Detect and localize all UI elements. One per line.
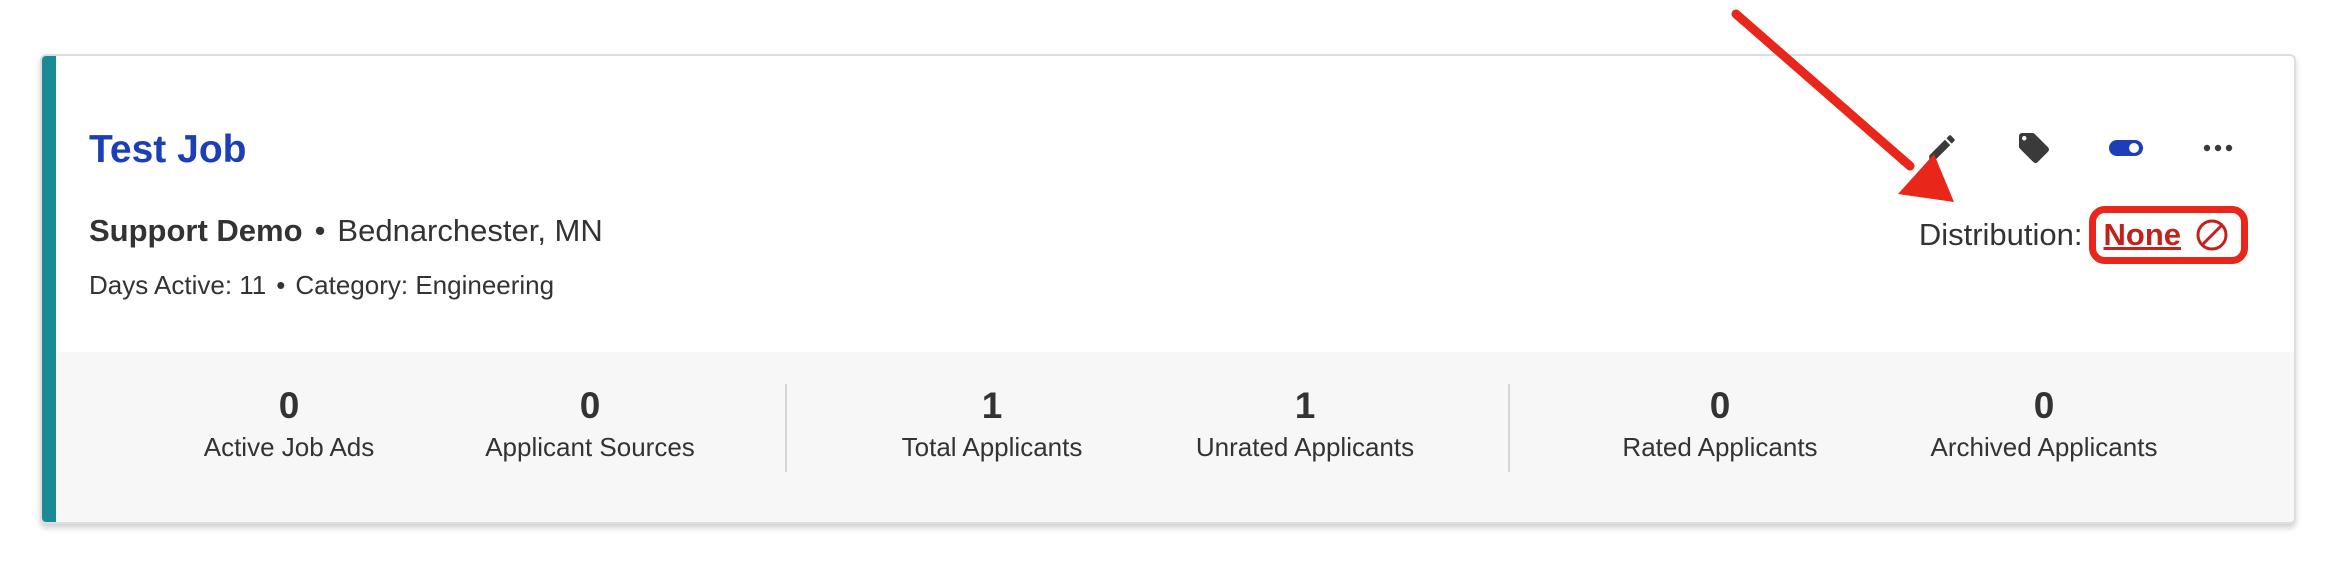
separator-dot: •	[276, 270, 286, 300]
pencil-icon	[1929, 135, 1955, 161]
job-location: Bednarchester, MN	[337, 213, 603, 248]
stats-divider	[785, 384, 787, 472]
tag-icon	[2019, 133, 2049, 163]
job-category: Category: Engineering	[295, 270, 555, 300]
stat-label: Applicant Sources	[485, 432, 695, 462]
job-card: Test Job Support Demo • Bednarchester, MN …	[40, 54, 2296, 524]
company-name: Support Demo	[89, 213, 303, 248]
page: Test Job Support Demo • Bednarchester, MN …	[0, 0, 2348, 570]
distribution: Distribution: None	[1919, 206, 2248, 264]
stat-label: Archived Applicants	[1930, 432, 2158, 462]
days-active: Days Active: 11	[89, 270, 267, 300]
stats-divider	[1508, 384, 1510, 472]
stat-active-job-ads[interactable]: 0 Active Job Ads	[204, 384, 375, 463]
stat-rated-applicants[interactable]: 0 Rated Applicants	[1622, 384, 1817, 463]
stat-label: Rated Applicants	[1622, 432, 1818, 462]
stat-value: 0	[2033, 385, 2055, 426]
stat-value: 0	[579, 385, 601, 426]
stat-unrated-applicants[interactable]: 1 Unrated Applicants	[1196, 384, 1414, 463]
stat-label: Unrated Applicants	[1195, 432, 1415, 462]
distribution-none-link[interactable]: None	[2104, 217, 2182, 253]
prohibited-icon	[2196, 219, 2228, 251]
stat-archived-applicants[interactable]: 0 Archived Applicants	[1931, 384, 2158, 463]
more-options-button[interactable]	[2192, 122, 2244, 174]
stat-value: 1	[1294, 385, 1316, 426]
edit-button[interactable]	[1916, 122, 1968, 174]
job-meta-line: Days Active: 11 • Category: Engineering	[89, 270, 554, 301]
job-stats: 0 Active Job Ads 0 Applicant Sources 1 T…	[56, 352, 2294, 522]
company-location-line: Support Demo • Bednarchester, MN	[89, 213, 603, 249]
distribution-label: Distribution:	[1918, 217, 2083, 252]
stat-total-applicants[interactable]: 1 Total Applicants	[902, 384, 1083, 463]
distribution-highlight-box: None	[2088, 206, 2248, 264]
stat-label: Total Applicants	[901, 432, 1083, 462]
card-accent-bar	[42, 56, 56, 522]
stat-value: 0	[1709, 385, 1731, 426]
more-icon	[2203, 144, 2233, 152]
status-toggle-button[interactable]	[2100, 122, 2152, 174]
job-actions	[1916, 122, 2244, 174]
tags-button[interactable]	[2008, 122, 2060, 174]
stat-value: 0	[278, 385, 300, 426]
stat-value: 1	[981, 385, 1003, 426]
toggle-icon	[2109, 140, 2143, 156]
separator-dot: •	[314, 213, 326, 248]
job-title-link[interactable]: Test Job	[89, 128, 246, 172]
stat-applicant-sources[interactable]: 0 Applicant Sources	[485, 384, 695, 463]
stat-label: Active Job Ads	[203, 432, 375, 462]
